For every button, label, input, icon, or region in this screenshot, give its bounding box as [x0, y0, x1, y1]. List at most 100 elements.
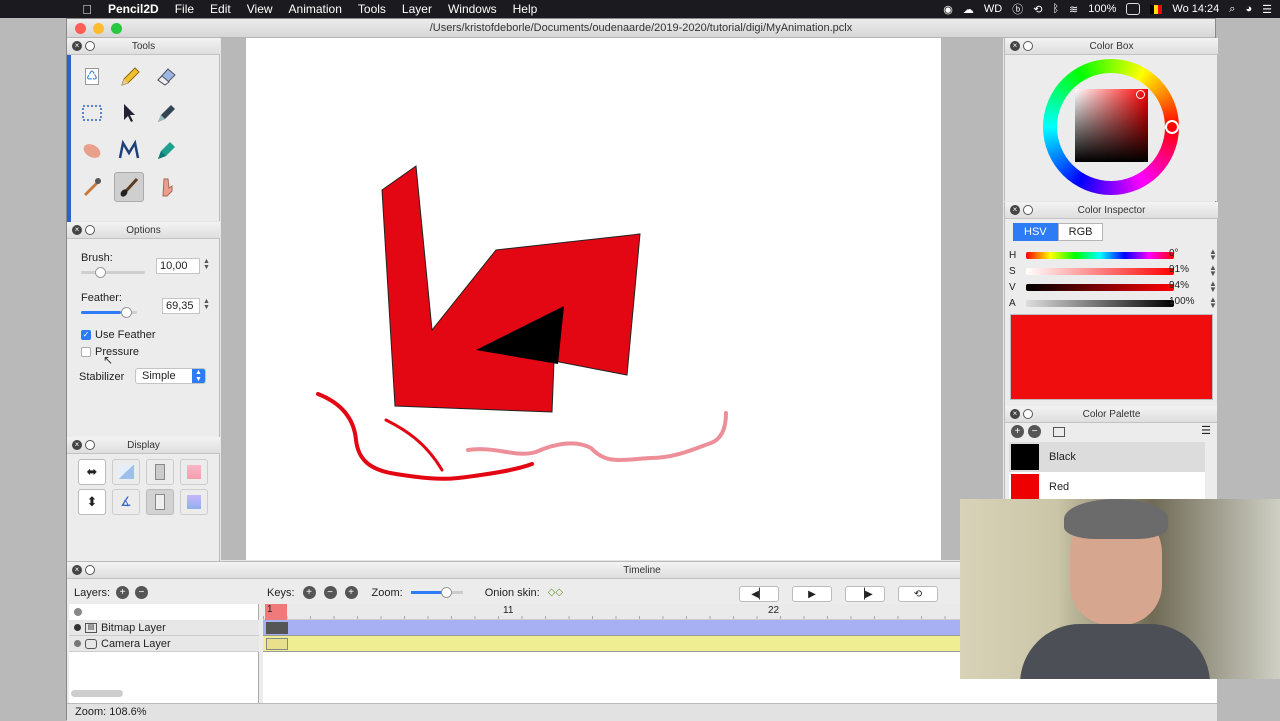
keyframe[interactable] — [266, 622, 288, 634]
minimize-window-button[interactable] — [93, 23, 104, 34]
brush-stepper[interactable]: ▲ ▼ — [203, 258, 210, 271]
menu-help[interactable]: Help — [505, 2, 546, 16]
use-feather-checkbox[interactable]: ✓ — [81, 330, 91, 340]
record-icon[interactable]: ◉ — [943, 3, 953, 16]
palette-view-icon[interactable] — [1053, 427, 1065, 437]
flip-horizontal-button[interactable]: ⬌ — [78, 459, 106, 485]
close-icon[interactable]: × — [72, 565, 82, 575]
close-icon[interactable]: × — [1010, 205, 1020, 215]
loop-button[interactable]: ⟲ — [898, 586, 938, 602]
palette-menu-icon[interactable]: ☰ — [1201, 424, 1211, 437]
close-icon[interactable]: × — [1010, 41, 1020, 51]
value-slider[interactable] — [1025, 283, 1174, 291]
pen-tool[interactable] — [151, 98, 181, 128]
timeline-zoom-slider[interactable] — [410, 587, 463, 598]
saturation-slider[interactable] — [1025, 267, 1174, 275]
palette-swatch-black[interactable]: Black — [1009, 442, 1205, 472]
brush-tool[interactable] — [114, 172, 144, 202]
alpha-value[interactable]: 100% — [1169, 296, 1205, 307]
brush-slider[interactable] — [81, 267, 145, 278]
remove-color-icon[interactable]: − — [1028, 425, 1041, 438]
zoom-window-button[interactable] — [111, 23, 122, 34]
feather-slider[interactable] — [81, 307, 137, 318]
siri-icon[interactable]: ◕ — [1245, 3, 1252, 15]
pencil-tool[interactable] — [114, 61, 144, 91]
value-value[interactable]: 94% — [1169, 280, 1205, 291]
select-tool[interactable] — [77, 98, 107, 128]
onion-next-button[interactable] — [146, 489, 174, 515]
eyedropper-tool[interactable] — [77, 172, 107, 202]
wd-icon[interactable]: WD — [984, 3, 1002, 15]
flip-vertical-button[interactable]: ⬍ — [78, 489, 106, 515]
timeline-zoom-handle[interactable] — [440, 587, 452, 598]
hue-stepper[interactable]: ▲ ▼ — [1209, 248, 1217, 262]
menu-layer[interactable]: Layer — [394, 2, 440, 16]
hue-value[interactable]: 0° — [1169, 248, 1205, 259]
spotlight-search-icon[interactable]: ⌕ — [1229, 3, 1235, 16]
stabilizer-select[interactable]: Simple ▲ ▼ — [135, 368, 206, 384]
creative-cloud-icon[interactable]: ☁ — [963, 3, 974, 16]
smudge-tool[interactable] — [77, 135, 107, 165]
layer-row-bitmap[interactable]: ▤ Bitmap Layer — [69, 620, 259, 636]
duplicate-key-icon[interactable]: + — [344, 586, 358, 599]
alpha-stepper[interactable]: ▲ ▼ — [1209, 296, 1217, 310]
prev-frame-button[interactable]: ◀▏ — [739, 586, 779, 602]
brush-slider-handle[interactable] — [95, 267, 106, 278]
layers-scrollbar[interactable] — [71, 690, 123, 697]
next-frame-button[interactable]: ▕▶ — [845, 586, 885, 602]
move-tool[interactable] — [114, 98, 144, 128]
tab-rgb[interactable]: RGB — [1057, 223, 1104, 241]
apple-menu-icon[interactable]:  — [74, 2, 100, 17]
canvas-area[interactable] — [221, 38, 1003, 560]
float-icon[interactable] — [85, 41, 95, 51]
float-icon[interactable] — [85, 440, 95, 450]
menu-edit[interactable]: Edit — [202, 2, 239, 16]
remove-layer-icon[interactable]: − — [135, 586, 149, 599]
time-machine-icon[interactable]: ⟲ — [1033, 3, 1042, 16]
flag-icon[interactable] — [1150, 4, 1163, 14]
wifi-icon[interactable]: ≋ — [1069, 3, 1078, 16]
layer-visibility-icon[interactable] — [74, 640, 81, 647]
drawing-canvas[interactable] — [246, 38, 941, 560]
float-icon[interactable] — [85, 225, 95, 235]
float-icon[interactable] — [1023, 205, 1033, 215]
color-gradient-button[interactable] — [180, 459, 208, 485]
outlines-button[interactable] — [112, 459, 140, 485]
brush-size-input[interactable]: 10,00 — [156, 258, 200, 274]
hue-picker-handle[interactable] — [1165, 120, 1179, 134]
battery-icon[interactable] — [1126, 3, 1141, 15]
layer-row-camera[interactable]: Camera Layer — [69, 636, 259, 652]
layer-visibility-icon[interactable] — [74, 624, 81, 631]
hand-tool[interactable] — [151, 172, 181, 202]
float-icon[interactable] — [1023, 409, 1033, 419]
control-center-icon[interactable]: ☰ — [1262, 3, 1272, 16]
feather-stepper[interactable]: ▲ ▼ — [203, 298, 210, 311]
pressure-checkbox[interactable] — [81, 347, 91, 357]
value-stepper[interactable]: ▲ ▼ — [1209, 280, 1217, 294]
add-key-icon[interactable]: + — [302, 586, 316, 599]
camera-keyframe[interactable] — [266, 638, 288, 650]
close-window-button[interactable] — [75, 23, 86, 34]
saturation-value-square[interactable] — [1075, 89, 1148, 162]
close-icon[interactable]: × — [72, 41, 82, 51]
close-icon[interactable]: × — [72, 225, 82, 235]
blue-gradient-button[interactable] — [180, 489, 208, 515]
float-icon[interactable] — [85, 565, 95, 575]
saturation-stepper[interactable]: ▲ ▼ — [1209, 264, 1217, 278]
current-frame-marker[interactable]: 1 — [265, 604, 287, 620]
add-layer-icon[interactable]: + — [116, 586, 130, 599]
feather-input[interactable]: 69,35 — [162, 298, 200, 314]
onion-skin-icon[interactable]: ◇◇ — [548, 587, 563, 598]
menu-view[interactable]: View — [239, 2, 281, 16]
hue-slider[interactable] — [1026, 251, 1175, 259]
add-color-icon[interactable]: + — [1011, 425, 1024, 438]
tab-hsv[interactable]: HSV — [1013, 223, 1058, 241]
saturation-value[interactable]: 91% — [1169, 264, 1205, 275]
use-feather-row[interactable]: ✓ Use Feather — [81, 329, 156, 341]
clock[interactable]: Wo 14:24 — [1172, 3, 1219, 15]
menu-windows[interactable]: Windows — [440, 2, 505, 16]
polyline-tool[interactable] — [114, 135, 144, 165]
menu-app[interactable]: Pencil2D — [100, 2, 167, 16]
bucket-tool[interactable] — [151, 135, 181, 165]
menu-tools[interactable]: Tools — [350, 2, 394, 16]
